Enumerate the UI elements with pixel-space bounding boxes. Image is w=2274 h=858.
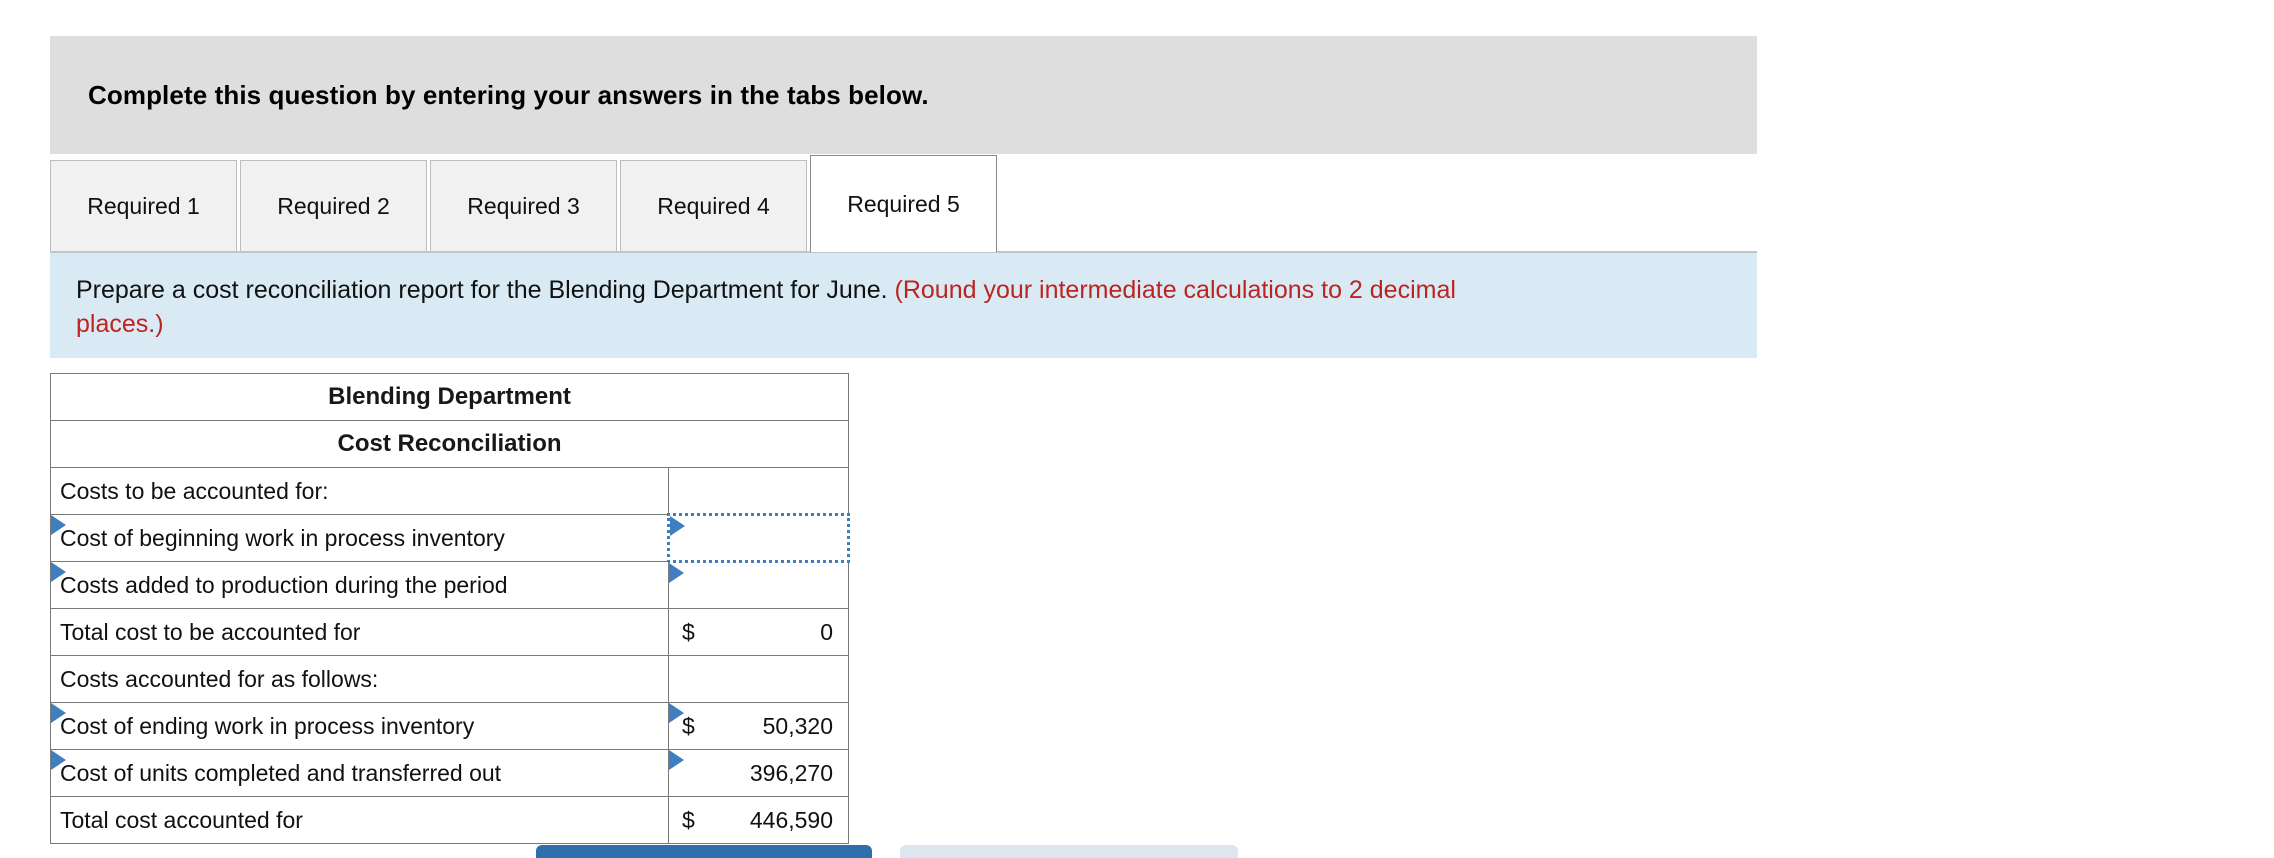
row-label-text: Cost of ending work in process inventory [60, 712, 475, 739]
table-header-row-2: Cost Reconciliation [50, 420, 849, 468]
instruction-main-text: Prepare a cost reconciliation report for… [76, 276, 888, 304]
amount-value: 0 [820, 618, 833, 645]
amount-cell [668, 467, 849, 515]
requirement-instruction: Prepare a cost reconciliation report for… [50, 253, 1757, 358]
currency-symbol: $ [682, 806, 695, 833]
row-label: Costs accounted for as follows: [50, 655, 669, 703]
row-label-text: Costs to be accounted for: [60, 477, 329, 504]
tab-label: Required 4 [657, 193, 770, 219]
row-label-editable[interactable]: Costs added to production during the per… [50, 561, 669, 609]
table-row: Costs to be accounted for: [50, 467, 849, 515]
table-row: Total cost to be accounted for $0 [50, 608, 849, 656]
row-label: Total cost accounted for [50, 796, 669, 844]
total-amount-cell: $0 [668, 608, 849, 656]
row-label-text: Cost of units completed and transferred … [60, 759, 502, 786]
cost-reconciliation-table-wrap: Blending Department Cost Reconciliation … [50, 373, 850, 844]
table-row: Total cost accounted for $446,590 [50, 796, 849, 844]
next-button[interactable] [900, 845, 1238, 858]
amount-value: 446,590 [749, 806, 833, 833]
amount-input-cell[interactable]: 396,270 [668, 749, 849, 797]
amount-input-cell[interactable] [668, 561, 849, 609]
amount-inner: $446,590 [678, 797, 839, 843]
amount-inner: $50,320 [678, 703, 839, 749]
table-header-row-1: Blending Department [50, 373, 849, 421]
table-row: Cost of beginning work in process invent… [50, 513, 850, 563]
instruction-note-part-1: (Round your intermediate calculations to… [887, 276, 1456, 304]
table-row: Costs accounted for as follows: [50, 655, 849, 703]
amount-value: 396,270 [749, 759, 833, 786]
amount-input-cell[interactable]: $50,320 [668, 702, 849, 750]
amount-inner [678, 563, 839, 608]
amount-input-cell[interactable] [667, 513, 850, 563]
tab-required-2[interactable]: Required 2 [240, 160, 427, 252]
amount-value: 50,320 [762, 712, 833, 739]
row-label-text: Costs accounted for as follows: [60, 665, 379, 692]
tab-label: Required 1 [87, 193, 200, 219]
table-row: Cost of ending work in process inventory… [50, 702, 849, 750]
row-label-editable[interactable]: Cost of ending work in process inventory [50, 702, 669, 750]
row-label: Costs to be accounted for: [50, 467, 669, 515]
question-banner-text: Complete this question by entering your … [88, 79, 929, 110]
amount-inner [678, 656, 839, 702]
table-title-department: Blending Department [50, 373, 849, 421]
currency-symbol: $ [682, 618, 695, 645]
question-panel: Complete this question by entering your … [0, 0, 2274, 858]
tab-required-5[interactable]: Required 5 [810, 155, 997, 252]
table-row: Costs added to production during the per… [50, 561, 849, 609]
row-label-editable[interactable]: Cost of units completed and transferred … [50, 749, 669, 797]
requirement-tabs: Required 1 Required 2 Required 3 Required 4… [50, 155, 1757, 252]
row-label-editable[interactable]: Cost of beginning work in process invent… [50, 514, 669, 562]
tab-required-4[interactable]: Required 4 [620, 160, 807, 252]
row-label-text: Cost of beginning work in process invent… [60, 524, 505, 551]
currency-symbol: $ [682, 712, 695, 739]
row-label-text: Total cost to be accounted for [60, 618, 361, 645]
row-label: Total cost to be accounted for [50, 608, 669, 656]
table-row: Cost of units completed and transferred … [50, 749, 849, 797]
amount-cell [668, 655, 849, 703]
amount-inner: $0 [678, 609, 839, 655]
table-title-report: Cost Reconciliation [50, 420, 849, 468]
instruction-line-1: Prepare a cost reconciliation report for… [76, 273, 1729, 307]
tab-label: Required 3 [467, 193, 580, 219]
amount-inner [678, 468, 839, 513]
previous-button[interactable] [536, 845, 872, 858]
tab-label: Required 5 [847, 190, 960, 217]
amount-inner: 396,270 [678, 750, 839, 796]
tab-label: Required 2 [277, 193, 390, 219]
tab-required-3[interactable]: Required 3 [430, 160, 617, 252]
amount-inner [679, 516, 838, 560]
row-label-text: Costs added to production during the per… [60, 571, 508, 598]
row-label-text: Total cost accounted for [60, 806, 303, 833]
cost-reconciliation-table: Blending Department Cost Reconciliation … [50, 373, 850, 844]
total-amount-cell: $446,590 [668, 796, 849, 844]
instruction-note-part-2: places.) [76, 310, 164, 338]
tab-required-1[interactable]: Required 1 [50, 160, 237, 252]
question-banner: Complete this question by entering your … [50, 36, 1757, 154]
